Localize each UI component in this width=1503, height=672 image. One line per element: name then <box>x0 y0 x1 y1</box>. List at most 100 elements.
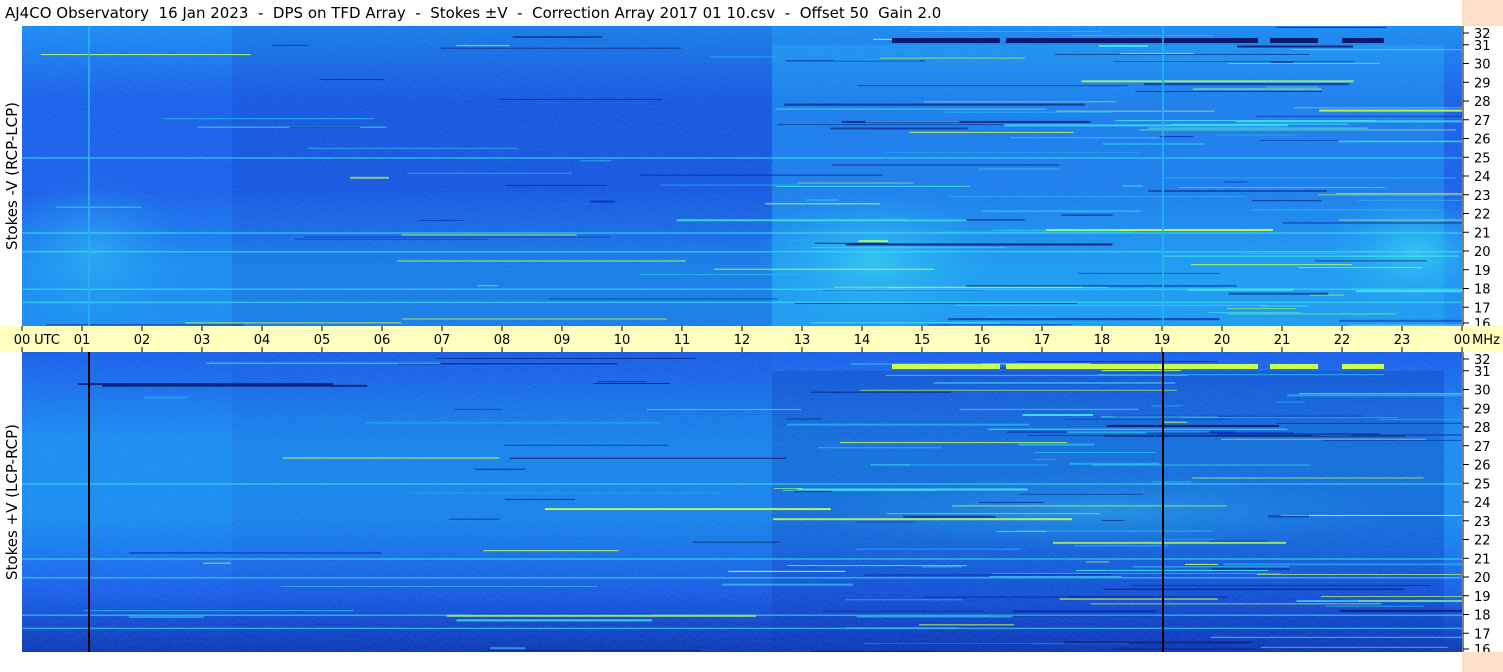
freq-tick-label: 28 <box>1474 421 1491 436</box>
rfi-streak <box>489 647 526 650</box>
strong-feature-31mhz <box>1006 364 1258 369</box>
rfi-streak <box>845 599 963 601</box>
vertical-marker <box>1162 352 1164 652</box>
chart-title: AJ4CO Observatory 16 Jan 2023 - DPS on T… <box>5 4 942 22</box>
rfi-streak <box>1276 422 1462 424</box>
strong-feature-31mhz <box>892 38 1000 43</box>
rfi-streak <box>78 382 333 385</box>
freq-tick-label: 29 <box>1474 402 1491 417</box>
rfi-streak <box>676 219 967 222</box>
rfi-streak <box>714 268 935 270</box>
freq-tick-label: 18 <box>1474 283 1491 298</box>
time-tick-label: 19 <box>1154 333 1171 348</box>
rfi-streak <box>1065 418 1380 420</box>
time-tick-label: 09 <box>554 333 571 348</box>
rfi-streak <box>1074 545 1169 547</box>
rfi-streak <box>777 124 1004 126</box>
rfi-streak <box>590 200 616 203</box>
rfi-streak <box>271 44 309 46</box>
rfi-streak <box>1139 129 1457 131</box>
rfi-streak <box>856 616 1013 618</box>
utc-time-axis: 00 01 02 03 04 05 06 07 08 09 10 11 12 13 14 15 16 17 18 19… <box>0 326 1503 352</box>
rfi-streak <box>1268 515 1309 518</box>
strong-feature-31mhz <box>892 364 1000 369</box>
time-tick-label: 15 <box>914 333 931 348</box>
freq-tick-label: 30 <box>1474 384 1491 399</box>
rfi-streak <box>1033 458 1056 460</box>
rfi-streak <box>1255 115 1462 117</box>
rfi-streak <box>870 464 910 466</box>
rfi-streak <box>992 229 1119 231</box>
time-tick-label: 12 <box>734 333 751 348</box>
rfi-streak <box>1323 439 1462 441</box>
rfi-streak <box>456 45 510 47</box>
rfi-streak <box>1101 520 1125 522</box>
rfi-line <box>22 157 1462 159</box>
rfi-streak <box>909 30 1103 32</box>
time-tick-label: 00 <box>1454 333 1471 348</box>
rfi-streak <box>597 381 647 383</box>
rfi-streak <box>304 236 611 238</box>
noise-texture <box>22 352 1462 652</box>
rfi-streak <box>1122 185 1143 187</box>
freq-tick-label: 27 <box>1474 114 1491 129</box>
rfi-streak <box>593 382 670 384</box>
rfi-streak <box>1012 610 1157 613</box>
time-tick-label: 04 <box>254 333 271 348</box>
rfi-streak <box>1192 88 1322 90</box>
noise-texture <box>22 26 1462 326</box>
rfi-streak <box>1101 370 1181 372</box>
time-tick-label: 07 <box>434 333 451 348</box>
rfi-streak <box>1162 538 1215 540</box>
freq-tick-label: 24 <box>1474 170 1491 185</box>
rfi-streak <box>1151 481 1193 483</box>
rfi-streak <box>986 316 1057 318</box>
rfi-streak <box>206 362 441 364</box>
rfi-streak <box>1035 452 1156 454</box>
rfi-streak <box>797 182 914 184</box>
rfi-streak <box>1335 193 1462 195</box>
rfi-streak <box>448 518 500 520</box>
rfi-streak <box>919 624 1014 626</box>
rfi-streak <box>1019 493 1143 495</box>
rfi-streak <box>1151 405 1183 407</box>
rfi-streak <box>923 101 1116 103</box>
rfi-streak <box>1298 267 1423 269</box>
freq-tick-label: 22 <box>1474 208 1491 223</box>
rfi-streak <box>965 285 1237 287</box>
rfi-streak <box>580 160 612 162</box>
freq-tick-label: 17 <box>1474 301 1491 316</box>
rfi-streak <box>879 57 1025 59</box>
rfi-streak <box>1358 600 1462 602</box>
rfi-streak <box>1319 109 1462 112</box>
rfi-streak <box>477 285 498 287</box>
freq-tick-label: 27 <box>1474 440 1491 455</box>
freq-axis-bottom-plot: 1617181920212223242526272829303132 <box>1462 352 1491 652</box>
rfi-streak <box>505 184 607 186</box>
rfi-streak <box>1064 641 1252 644</box>
rfi-streak <box>504 444 669 446</box>
rfi-streak <box>1339 319 1462 322</box>
rfi-streak <box>1004 124 1289 127</box>
rfi-line <box>22 251 1462 253</box>
rfi-streak <box>402 318 668 320</box>
rfi-streak <box>1056 110 1215 112</box>
rfi-streak <box>1260 646 1448 648</box>
rfi-streak <box>436 357 697 359</box>
freq-tick-label: 19 <box>1474 264 1491 279</box>
rfi-streak <box>1067 595 1154 598</box>
bottom-panel-ylabel: Stokes +V (LCP-RCP) <box>3 424 21 580</box>
rfi-streak <box>1143 83 1349 86</box>
time-tick-label: 02 <box>134 333 151 348</box>
rfi-streak <box>1097 374 1385 376</box>
rfi-streak <box>1325 605 1424 607</box>
rfi-streak <box>101 384 368 387</box>
rfi-streak <box>319 79 384 81</box>
freq-tick-label: 23 <box>1474 515 1491 530</box>
rfi-streak <box>1224 181 1248 183</box>
rfi-streak <box>1010 137 1161 139</box>
rfi-streak <box>1086 561 1110 563</box>
rfi-streak <box>1022 414 1094 417</box>
rfi-streak <box>40 54 251 56</box>
rfi-streak <box>773 488 803 490</box>
